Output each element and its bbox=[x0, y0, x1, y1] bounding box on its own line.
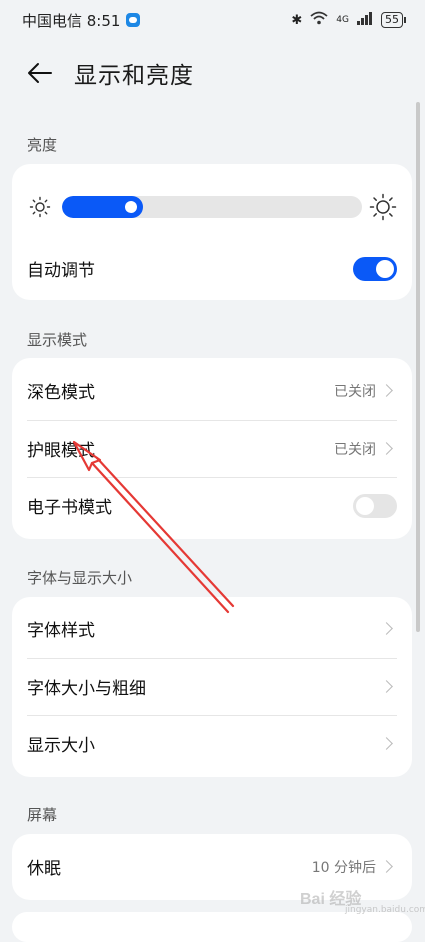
section-label-screen: 屏幕 bbox=[27, 806, 58, 824]
auto-adjust-toggle[interactable] bbox=[353, 256, 397, 281]
auto-adjust-label: 自动调节 bbox=[27, 261, 95, 281]
ebook-mode-label: 电子书模式 bbox=[27, 498, 112, 518]
sleep-label: 休眠 bbox=[27, 859, 61, 879]
section-label-font-display: 字体与显示大小 bbox=[27, 569, 133, 587]
display-size-label: 显示大小 bbox=[27, 736, 95, 756]
signal-icon bbox=[357, 11, 373, 29]
display-size-row[interactable]: 显示大小 bbox=[12, 715, 412, 772]
chevron-right-icon bbox=[380, 737, 393, 750]
back-arrow-icon[interactable] bbox=[24, 57, 56, 89]
font-style-label: 字体样式 bbox=[27, 621, 95, 641]
wifi-icon bbox=[310, 11, 328, 29]
font-display-card: 字体样式 字体大小与粗细 显示大小 bbox=[12, 597, 412, 777]
eye-comfort-value: 已关闭 bbox=[334, 441, 376, 458]
font-style-row[interactable]: 字体样式 bbox=[12, 600, 412, 657]
next-card-partial bbox=[12, 912, 412, 942]
eye-comfort-label: 护眼模式 bbox=[27, 441, 95, 461]
status-right: ✱ 4G 55 bbox=[291, 11, 406, 29]
network-type: 4G bbox=[336, 15, 349, 25]
battery-indicator: 55 bbox=[381, 12, 406, 28]
watermark-url: jingyan.baidu.com bbox=[345, 905, 425, 915]
brightness-card: 自动调节 bbox=[12, 164, 412, 300]
section-label-display-mode: 显示模式 bbox=[27, 331, 88, 349]
brightness-low-icon bbox=[29, 196, 51, 218]
chevron-right-icon bbox=[380, 384, 393, 397]
scrollbar[interactable] bbox=[416, 102, 420, 632]
font-size-weight-label: 字体大小与粗细 bbox=[27, 679, 146, 699]
eye-comfort-row[interactable]: 护眼模式 已关闭 bbox=[12, 420, 412, 477]
dark-mode-row[interactable]: 深色模式 已关闭 bbox=[12, 362, 412, 419]
section-label-brightness: 亮度 bbox=[27, 136, 58, 154]
brightness-slider[interactable] bbox=[62, 196, 362, 218]
dark-mode-label: 深色模式 bbox=[27, 383, 95, 403]
brightness-high-icon bbox=[369, 193, 397, 221]
brightness-slider-thumb[interactable] bbox=[125, 201, 137, 213]
dark-mode-value: 已关闭 bbox=[334, 383, 376, 400]
font-size-weight-row[interactable]: 字体大小与粗细 bbox=[12, 658, 412, 715]
chevron-right-icon bbox=[380, 680, 393, 693]
header: 显示和亮度 bbox=[0, 48, 425, 98]
ebook-mode-row[interactable]: 电子书模式 bbox=[12, 477, 412, 534]
status-bar: 中国电信 8:51 ✱ 4G 55 bbox=[0, 0, 425, 40]
sleep-value: 10 分钟后 bbox=[311, 859, 376, 876]
ebook-mode-toggle[interactable] bbox=[353, 493, 397, 518]
auto-adjust-row[interactable]: 自动调节 bbox=[12, 240, 412, 297]
page-title: 显示和亮度 bbox=[74, 63, 194, 89]
chevron-right-icon bbox=[380, 442, 393, 455]
carrier-time: 中国电信 8:51 bbox=[22, 11, 121, 30]
bluetooth-icon: ✱ bbox=[291, 12, 303, 28]
chevron-right-icon bbox=[380, 622, 393, 635]
notification-app-icon bbox=[126, 13, 141, 27]
chevron-right-icon bbox=[380, 860, 393, 873]
display-mode-card: 深色模式 已关闭 护眼模式 已关闭 电子书模式 bbox=[12, 358, 412, 539]
status-left: 中国电信 8:51 bbox=[22, 10, 141, 31]
